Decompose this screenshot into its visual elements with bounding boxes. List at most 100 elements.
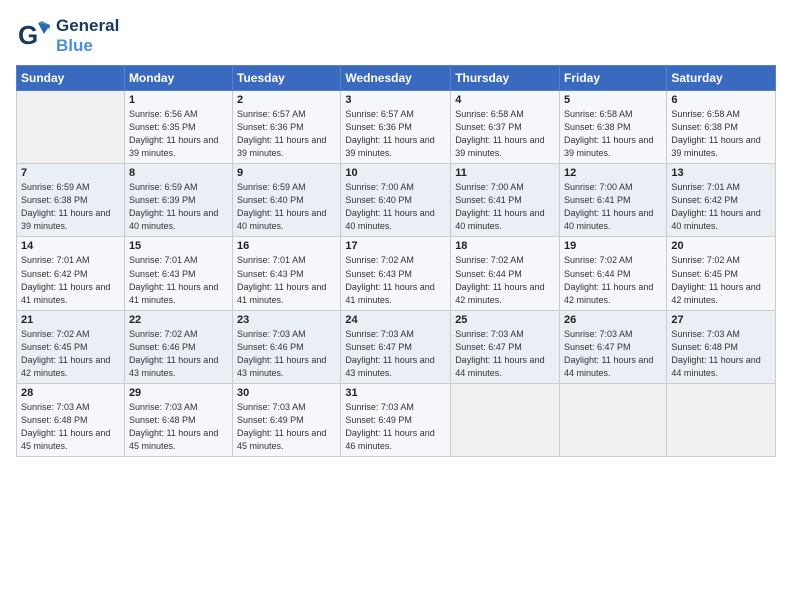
day-info: Sunrise: 7:03 AM Sunset: 6:47 PM Dayligh…	[345, 328, 446, 380]
day-number: 26	[564, 314, 662, 326]
day-info: Sunrise: 6:57 AM Sunset: 6:36 PM Dayligh…	[237, 108, 336, 160]
calendar-cell: 19 Sunrise: 7:02 AM Sunset: 6:44 PM Dayl…	[560, 237, 667, 310]
calendar-cell: 6 Sunrise: 6:58 AM Sunset: 6:38 PM Dayli…	[667, 91, 776, 164]
calendar-cell: 27 Sunrise: 7:03 AM Sunset: 6:48 PM Dayl…	[667, 310, 776, 383]
day-info: Sunrise: 6:58 AM Sunset: 6:38 PM Dayligh…	[564, 108, 662, 160]
calendar-table: SundayMondayTuesdayWednesdayThursdayFrid…	[16, 65, 776, 457]
day-info: Sunrise: 7:03 AM Sunset: 6:49 PM Dayligh…	[345, 401, 446, 453]
week-row-5: 28 Sunrise: 7:03 AM Sunset: 6:48 PM Dayl…	[17, 383, 776, 456]
calendar-cell: 25 Sunrise: 7:03 AM Sunset: 6:47 PM Dayl…	[451, 310, 560, 383]
calendar-cell: 20 Sunrise: 7:02 AM Sunset: 6:45 PM Dayl…	[667, 237, 776, 310]
day-number: 3	[345, 94, 446, 106]
day-info: Sunrise: 7:03 AM Sunset: 6:47 PM Dayligh…	[455, 328, 555, 380]
calendar-cell: 28 Sunrise: 7:03 AM Sunset: 6:48 PM Dayl…	[17, 383, 125, 456]
day-info: Sunrise: 7:02 AM Sunset: 6:46 PM Dayligh…	[129, 328, 228, 380]
day-info: Sunrise: 7:03 AM Sunset: 6:47 PM Dayligh…	[564, 328, 662, 380]
day-info: Sunrise: 6:58 AM Sunset: 6:38 PM Dayligh…	[671, 108, 771, 160]
day-number: 24	[345, 314, 446, 326]
calendar-cell: 30 Sunrise: 7:03 AM Sunset: 6:49 PM Dayl…	[233, 383, 341, 456]
calendar-cell: 11 Sunrise: 7:00 AM Sunset: 6:41 PM Dayl…	[451, 164, 560, 237]
weekday-header-wednesday: Wednesday	[341, 66, 451, 91]
calendar-cell	[560, 383, 667, 456]
logo: G General Blue	[16, 16, 119, 55]
day-number: 8	[129, 167, 228, 179]
day-number: 6	[671, 94, 771, 106]
week-row-3: 14 Sunrise: 7:01 AM Sunset: 6:42 PM Dayl…	[17, 237, 776, 310]
day-info: Sunrise: 7:00 AM Sunset: 6:40 PM Dayligh…	[345, 181, 446, 233]
day-number: 20	[671, 240, 771, 252]
day-info: Sunrise: 7:03 AM Sunset: 6:48 PM Dayligh…	[21, 401, 120, 453]
day-info: Sunrise: 7:02 AM Sunset: 6:44 PM Dayligh…	[564, 254, 662, 306]
day-number: 9	[237, 167, 336, 179]
day-info: Sunrise: 7:00 AM Sunset: 6:41 PM Dayligh…	[455, 181, 555, 233]
calendar-cell: 24 Sunrise: 7:03 AM Sunset: 6:47 PM Dayl…	[341, 310, 451, 383]
day-info: Sunrise: 7:03 AM Sunset: 6:48 PM Dayligh…	[671, 328, 771, 380]
day-number: 1	[129, 94, 228, 106]
day-info: Sunrise: 7:01 AM Sunset: 6:43 PM Dayligh…	[237, 254, 336, 306]
calendar-cell: 13 Sunrise: 7:01 AM Sunset: 6:42 PM Dayl…	[667, 164, 776, 237]
day-number: 2	[237, 94, 336, 106]
day-number: 12	[564, 167, 662, 179]
day-info: Sunrise: 7:03 AM Sunset: 6:46 PM Dayligh…	[237, 328, 336, 380]
weekday-header-thursday: Thursday	[451, 66, 560, 91]
day-info: Sunrise: 7:00 AM Sunset: 6:41 PM Dayligh…	[564, 181, 662, 233]
calendar-cell: 15 Sunrise: 7:01 AM Sunset: 6:43 PM Dayl…	[124, 237, 232, 310]
day-info: Sunrise: 7:02 AM Sunset: 6:45 PM Dayligh…	[671, 254, 771, 306]
day-number: 11	[455, 167, 555, 179]
day-number: 5	[564, 94, 662, 106]
day-number: 13	[671, 167, 771, 179]
day-number: 23	[237, 314, 336, 326]
calendar-cell: 23 Sunrise: 7:03 AM Sunset: 6:46 PM Dayl…	[233, 310, 341, 383]
day-number: 17	[345, 240, 446, 252]
day-number: 14	[21, 240, 120, 252]
calendar-cell: 17 Sunrise: 7:02 AM Sunset: 6:43 PM Dayl…	[341, 237, 451, 310]
weekday-header-friday: Friday	[560, 66, 667, 91]
day-info: Sunrise: 7:02 AM Sunset: 6:44 PM Dayligh…	[455, 254, 555, 306]
day-number: 10	[345, 167, 446, 179]
day-info: Sunrise: 7:03 AM Sunset: 6:48 PM Dayligh…	[129, 401, 228, 453]
day-info: Sunrise: 7:02 AM Sunset: 6:43 PM Dayligh…	[345, 254, 446, 306]
day-info: Sunrise: 6:56 AM Sunset: 6:35 PM Dayligh…	[129, 108, 228, 160]
day-number: 21	[21, 314, 120, 326]
calendar-cell: 12 Sunrise: 7:00 AM Sunset: 6:41 PM Dayl…	[560, 164, 667, 237]
week-row-4: 21 Sunrise: 7:02 AM Sunset: 6:45 PM Dayl…	[17, 310, 776, 383]
logo-text: General Blue	[56, 16, 119, 55]
calendar-cell: 18 Sunrise: 7:02 AM Sunset: 6:44 PM Dayl…	[451, 237, 560, 310]
day-info: Sunrise: 7:01 AM Sunset: 6:42 PM Dayligh…	[21, 254, 120, 306]
calendar-cell	[667, 383, 776, 456]
day-number: 15	[129, 240, 228, 252]
svg-text:G: G	[18, 20, 38, 50]
day-info: Sunrise: 6:59 AM Sunset: 6:40 PM Dayligh…	[237, 181, 336, 233]
day-info: Sunrise: 6:58 AM Sunset: 6:37 PM Dayligh…	[455, 108, 555, 160]
day-info: Sunrise: 7:03 AM Sunset: 6:49 PM Dayligh…	[237, 401, 336, 453]
calendar-cell: 21 Sunrise: 7:02 AM Sunset: 6:45 PM Dayl…	[17, 310, 125, 383]
weekday-header-saturday: Saturday	[667, 66, 776, 91]
day-info: Sunrise: 6:57 AM Sunset: 6:36 PM Dayligh…	[345, 108, 446, 160]
day-info: Sunrise: 7:02 AM Sunset: 6:45 PM Dayligh…	[21, 328, 120, 380]
day-info: Sunrise: 7:01 AM Sunset: 6:42 PM Dayligh…	[671, 181, 771, 233]
day-number: 25	[455, 314, 555, 326]
header-row: SundayMondayTuesdayWednesdayThursdayFrid…	[17, 66, 776, 91]
day-number: 27	[671, 314, 771, 326]
day-number: 7	[21, 167, 120, 179]
calendar-page: G General Blue SundayMondayTuesdayWednes…	[0, 0, 792, 612]
day-number: 18	[455, 240, 555, 252]
day-info: Sunrise: 6:59 AM Sunset: 6:39 PM Dayligh…	[129, 181, 228, 233]
day-number: 30	[237, 387, 336, 399]
calendar-cell: 9 Sunrise: 6:59 AM Sunset: 6:40 PM Dayli…	[233, 164, 341, 237]
day-number: 22	[129, 314, 228, 326]
calendar-cell: 22 Sunrise: 7:02 AM Sunset: 6:46 PM Dayl…	[124, 310, 232, 383]
calendar-cell: 5 Sunrise: 6:58 AM Sunset: 6:38 PM Dayli…	[560, 91, 667, 164]
day-number: 31	[345, 387, 446, 399]
calendar-cell: 2 Sunrise: 6:57 AM Sunset: 6:36 PM Dayli…	[233, 91, 341, 164]
day-info: Sunrise: 6:59 AM Sunset: 6:38 PM Dayligh…	[21, 181, 120, 233]
day-number: 4	[455, 94, 555, 106]
calendar-cell	[451, 383, 560, 456]
header: G General Blue	[16, 16, 776, 55]
calendar-cell: 16 Sunrise: 7:01 AM Sunset: 6:43 PM Dayl…	[233, 237, 341, 310]
calendar-cell: 10 Sunrise: 7:00 AM Sunset: 6:40 PM Dayl…	[341, 164, 451, 237]
day-number: 29	[129, 387, 228, 399]
day-number: 28	[21, 387, 120, 399]
calendar-cell: 3 Sunrise: 6:57 AM Sunset: 6:36 PM Dayli…	[341, 91, 451, 164]
logo-icon: G	[16, 18, 52, 54]
